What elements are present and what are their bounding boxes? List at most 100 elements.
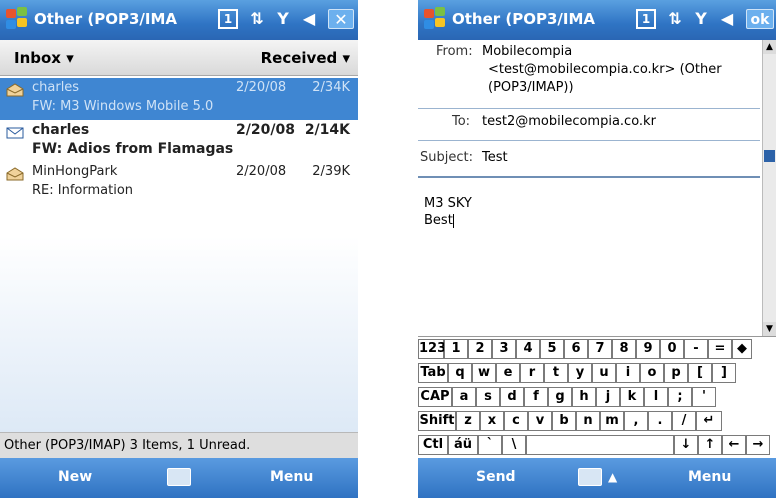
connectivity-icon[interactable]: 1 xyxy=(218,9,238,29)
key-row4-7[interactable]: m xyxy=(600,411,624,431)
key-row1-8[interactable]: 8 xyxy=(612,339,636,359)
keyboard-icon[interactable] xyxy=(578,468,602,486)
key-row4-8[interactable]: , xyxy=(624,411,648,431)
key-row2-4[interactable]: r xyxy=(520,363,544,383)
message-body[interactable]: M3 SKY Best xyxy=(424,195,472,229)
ok-button[interactable]: ok xyxy=(746,9,774,29)
key-row2-8[interactable]: i xyxy=(616,363,640,383)
vertical-scrollbar[interactable]: ▲ ▼ xyxy=(762,40,776,336)
body-line: Best xyxy=(424,213,453,228)
new-softkey[interactable]: New xyxy=(58,469,92,485)
message-date: 2/20/08 xyxy=(236,122,295,138)
network-icon[interactable]: ⇅ xyxy=(246,9,268,29)
key-row2-1[interactable]: q xyxy=(448,363,472,383)
key-row3-0[interactable]: CAP xyxy=(418,387,452,407)
key-row5-1[interactable]: áü xyxy=(448,435,478,455)
keyboard-icon[interactable] xyxy=(167,468,191,486)
envelope-open-icon xyxy=(6,166,24,181)
key-row1-4[interactable]: 4 xyxy=(516,339,540,359)
key-row3-5[interactable]: g xyxy=(548,387,572,407)
key-row3-10[interactable]: ; xyxy=(668,387,692,407)
key-row1-3[interactable]: 3 xyxy=(492,339,516,359)
key-row4-2[interactable]: x xyxy=(480,411,504,431)
network-icon[interactable]: ⇅ xyxy=(664,9,686,29)
message-row[interactable]: charles 2/20/08 2/34K FW: M3 Windows Mob… xyxy=(0,78,358,120)
chevron-up-icon[interactable]: ▲ xyxy=(608,470,617,484)
key-row2-10[interactable]: p xyxy=(664,363,688,383)
menu-softkey[interactable]: Menu xyxy=(270,469,313,485)
key-row3-4[interactable]: f xyxy=(524,387,548,407)
key-row1-5[interactable]: 5 xyxy=(540,339,564,359)
key-row3-9[interactable]: l xyxy=(644,387,668,407)
from-line: (POP3/IMAP)) xyxy=(488,80,574,95)
key-row4-1[interactable]: z xyxy=(456,411,480,431)
key-row1-9[interactable]: 9 xyxy=(636,339,660,359)
key-row5-4[interactable]: ↓ xyxy=(674,435,698,455)
key-row5-3[interactable]: \ xyxy=(502,435,526,455)
key-row1-6[interactable]: 6 xyxy=(564,339,588,359)
key-row2-0[interactable]: Tab xyxy=(418,363,448,383)
key-row5-5[interactable]: ↑ xyxy=(698,435,722,455)
message-size: 2/34K xyxy=(312,80,350,95)
key-row5-6[interactable]: ← xyxy=(722,435,746,455)
key-row3-2[interactable]: s xyxy=(476,387,500,407)
key-row2-2[interactable]: w xyxy=(472,363,496,383)
space-key[interactable] xyxy=(526,435,674,455)
from-line: Mobilecompia xyxy=(482,44,573,59)
key-row1-13[interactable]: ◆ xyxy=(732,339,752,359)
sort-dropdown[interactable]: Received ▾ xyxy=(261,49,350,67)
to-field[interactable]: To: test2@mobilecompia.co.kr xyxy=(418,114,776,136)
key-row2-5[interactable]: t xyxy=(544,363,568,383)
key-row5-7[interactable]: → xyxy=(746,435,770,455)
key-row3-11[interactable]: ' xyxy=(692,387,716,407)
menu-softkey[interactable]: Menu xyxy=(688,469,731,485)
key-row2-3[interactable]: e xyxy=(496,363,520,383)
signal-icon[interactable]: Y xyxy=(272,9,294,29)
key-row4-5[interactable]: b xyxy=(552,411,576,431)
scroll-up-icon[interactable]: ▲ xyxy=(763,40,776,54)
key-row4-0[interactable]: Shift xyxy=(418,411,456,431)
windows-start-icon[interactable] xyxy=(422,6,448,32)
key-row1-2[interactable]: 2 xyxy=(468,339,492,359)
key-row5-2[interactable]: ` xyxy=(478,435,502,455)
key-row1-12[interactable]: = xyxy=(708,339,732,359)
key-row3-3[interactable]: d xyxy=(500,387,524,407)
close-icon[interactable]: ✕ xyxy=(328,9,354,29)
key-row5-0[interactable]: Ctl xyxy=(418,435,448,455)
key-row3-6[interactable]: h xyxy=(572,387,596,407)
message-size: 2/14K xyxy=(304,122,350,138)
key-row1-0[interactable]: 123 xyxy=(418,339,446,359)
message-row[interactable]: MinHongPark 2/20/08 2/39K RE: Informatio… xyxy=(0,162,358,204)
key-row2-11[interactable]: [ xyxy=(688,363,712,383)
folder-dropdown[interactable]: Inbox ▾ xyxy=(14,49,74,67)
key-row3-1[interactable]: a xyxy=(452,387,476,407)
key-row4-11[interactable]: ↵ xyxy=(696,411,722,431)
key-row4-9[interactable]: . xyxy=(648,411,672,431)
key-row4-4[interactable]: v xyxy=(528,411,552,431)
key-row3-7[interactable]: j xyxy=(596,387,620,407)
subject-field[interactable]: Subject: Test xyxy=(418,150,776,172)
key-row4-10[interactable]: / xyxy=(672,411,696,431)
message-sender: charles xyxy=(32,122,90,138)
send-softkey[interactable]: Send xyxy=(476,469,516,485)
key-row2-6[interactable]: y xyxy=(568,363,592,383)
scroll-down-icon[interactable]: ▼ xyxy=(763,322,776,336)
key-row1-1[interactable]: 1 xyxy=(444,339,468,359)
scroll-thumb[interactable] xyxy=(764,150,775,162)
volume-icon[interactable]: ◀ xyxy=(716,9,738,29)
key-row2-7[interactable]: u xyxy=(592,363,616,383)
message-row[interactable]: charles 2/20/08 2/14K FW: Adios from Fla… xyxy=(0,120,358,162)
key-row4-3[interactable]: c xyxy=(504,411,528,431)
windows-start-icon[interactable] xyxy=(4,6,30,32)
key-row2-9[interactable]: o xyxy=(640,363,664,383)
key-row1-11[interactable]: - xyxy=(684,339,708,359)
volume-icon[interactable]: ◀ xyxy=(298,9,320,29)
connectivity-icon[interactable]: 1 xyxy=(636,9,656,29)
key-row3-8[interactable]: k xyxy=(620,387,644,407)
key-row4-6[interactable]: n xyxy=(576,411,600,431)
signal-icon[interactable]: Y xyxy=(690,9,712,29)
key-row1-7[interactable]: 7 xyxy=(588,339,612,359)
from-field[interactable]: From: Mobilecompia <test@mobilecompia.co… xyxy=(418,44,776,110)
key-row2-12[interactable]: ] xyxy=(712,363,736,383)
key-row1-10[interactable]: 0 xyxy=(660,339,684,359)
